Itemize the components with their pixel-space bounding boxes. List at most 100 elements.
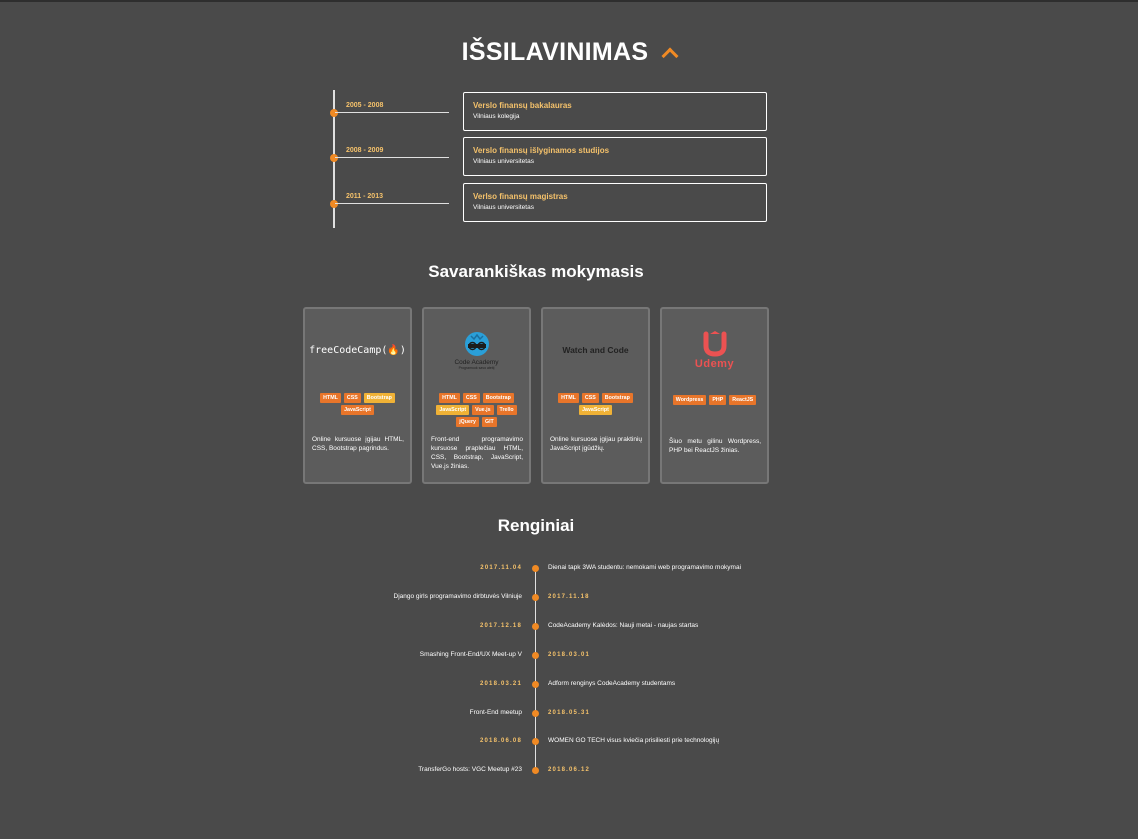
event-date: 2017.12.18 xyxy=(479,623,522,629)
timeline-dot xyxy=(330,200,338,208)
tag: JavaScript xyxy=(436,405,470,415)
event-date: 2017.11.04 xyxy=(480,565,522,571)
education-degree: Verslo finansų bakalauras xyxy=(473,101,572,110)
education-school: Vilniaus universitetas xyxy=(473,204,534,211)
codeacademy-logo: Code Academy Programuok savo ateitį xyxy=(424,325,529,375)
tag: Bootstrap xyxy=(363,393,395,403)
tag-list: HTML CSS Bootstrap JavaScript Vue.js Tre… xyxy=(430,393,523,427)
education-item: 2011 - 2013 Verlso finansų magistras Vil… xyxy=(330,183,770,223)
tag: JavaScript xyxy=(579,405,612,415)
course-description: Front-end programavimo kursuose prapleči… xyxy=(431,436,523,470)
event-name: Adform renginys CodeAcademy studentams xyxy=(548,680,676,687)
education-school: Vilniaus kolegija xyxy=(473,113,520,120)
course-card-udemy[interactable]: Udemy Wordpress PHP ReactJS Šiuo metu gi… xyxy=(660,307,769,484)
timeline-dot xyxy=(330,109,338,117)
logo-text: Udemy xyxy=(694,357,735,370)
education-degree: Verslo finansų išlyginamos studijos xyxy=(473,146,610,155)
event-row: 2017.11.04 Dienai tapk 3WA studentu: nem… xyxy=(0,563,1138,575)
education-item: 2005 - 2008 Verslo finansų bakalauras Vi… xyxy=(330,92,770,132)
watchandcode-logo: Watch and Code xyxy=(543,325,648,375)
course-description: Šiuo metu gilinu Wordpress, PHP bei Reac… xyxy=(669,438,761,454)
education-card: Verslo finansų išlyginamos studijos Viln… xyxy=(463,137,767,176)
logo-text: freeCodeCamp(🔥) xyxy=(309,344,406,356)
event-row: 2018.03.21 Adform renginys CodeAcademy s… xyxy=(0,679,1138,691)
event-name: Smashing Front-End/UX Meet-up V xyxy=(419,651,522,658)
tag: Wordpress xyxy=(672,395,707,405)
tag: HTML xyxy=(558,393,579,403)
chevron-up-icon[interactable] xyxy=(661,47,679,65)
event-name: WOMEN GO TECH visus kviečia prisiliesti … xyxy=(548,737,720,744)
timeline-dot xyxy=(330,154,338,162)
tag: CSS xyxy=(343,393,361,403)
tag: Trello xyxy=(496,405,517,415)
tag: Vue.js xyxy=(472,405,494,415)
tag: Bootstrap xyxy=(601,393,633,403)
udemy-logo: Udemy xyxy=(662,325,767,375)
tag-list: HTML CSS Bootstrap JavaScript xyxy=(311,393,404,415)
timeline-dot xyxy=(532,767,539,774)
event-row: Front-End meetup 2018.05.31 xyxy=(0,708,1138,720)
education-degree: Verlso finansų magistras xyxy=(473,192,568,201)
logo-text: Code Academy xyxy=(454,358,499,366)
event-row: TransferGo hosts: VGC Meetup #23 2018.06… xyxy=(0,765,1138,777)
course-description: Online kursuose įgijau praktinių JavaScr… xyxy=(550,436,642,452)
tag: GIT xyxy=(481,417,497,427)
education-card: Verlso finansų magistras Vilniaus univer… xyxy=(463,183,767,222)
tag-list: HTML CSS Bootstrap JavaScript xyxy=(549,393,642,415)
education-school: Vilniaus universitetas xyxy=(473,158,534,165)
education-header[interactable]: IŠSILAVINIMAS xyxy=(0,38,1138,67)
timeline-dot xyxy=(532,710,539,717)
logo-subtitle: Programuok savo ateitį xyxy=(458,365,495,370)
event-name: Dienai tapk 3WA studentu: nemokami web p… xyxy=(548,564,742,571)
events-title: Renginiai xyxy=(497,516,575,535)
timeline-dot xyxy=(532,565,539,572)
timeline-connector xyxy=(335,112,449,113)
education-years: 2008 - 2009 xyxy=(346,147,384,154)
event-date: 2018.06.08 xyxy=(479,738,522,744)
tag: HTML xyxy=(439,393,460,403)
course-card-watchandcode[interactable]: Watch and Code HTML CSS Bootstrap JavaSc… xyxy=(541,307,650,484)
course-card-freecodecamp[interactable]: freeCodeCamp(🔥) HTML CSS Bootstrap JavaS… xyxy=(303,307,412,484)
tag: JavaScript xyxy=(341,405,374,415)
tag: CSS xyxy=(462,393,480,403)
education-years: 2005 - 2008 xyxy=(346,102,384,109)
tag: HTML xyxy=(320,393,341,403)
event-date: 2018.03.01 xyxy=(548,652,591,658)
event-row: Smashing Front-End/UX Meet-up V 2018.03.… xyxy=(0,650,1138,662)
tag: Bootstrap xyxy=(482,393,514,403)
timeline-dot xyxy=(532,738,539,745)
event-date: 2018.05.31 xyxy=(548,710,591,716)
codeacademy-mascot-icon xyxy=(464,331,489,356)
self-learning-title: Savarankiškas mokymasis xyxy=(428,262,644,281)
tag: CSS xyxy=(581,393,599,403)
logo-text: Watch and Code xyxy=(562,345,629,355)
event-row: 2018.06.08 WOMEN GO TECH visus kviečia p… xyxy=(0,736,1138,748)
education-item: 2008 - 2009 Verslo finansų išlyginamos s… xyxy=(330,137,770,177)
tag-list: Wordpress PHP ReactJS xyxy=(668,395,761,405)
education-title: IŠSILAVINIMAS xyxy=(461,38,649,66)
timeline-dot xyxy=(532,652,539,659)
timeline-dot xyxy=(532,623,539,630)
udemy-u-icon xyxy=(703,330,726,357)
event-row: 2017.12.18 CodeAcademy Kalėdos: Nauji me… xyxy=(0,621,1138,633)
timeline-connector xyxy=(335,157,449,158)
course-description: Online kursuose įgijau HTML, CSS, Bootst… xyxy=(312,436,404,452)
course-card-codeacademy[interactable]: Code Academy Programuok savo ateitį HTML… xyxy=(422,307,531,484)
event-row: Django girls programavimo dirbtuvės Viln… xyxy=(0,592,1138,604)
event-date: 2017.11.18 xyxy=(548,594,590,600)
timeline-dot xyxy=(532,681,539,688)
event-name: TransferGo hosts: VGC Meetup #23 xyxy=(418,766,522,773)
event-name: CodeAcademy Kalėdos: Nauji metai - nauja… xyxy=(548,622,699,629)
education-card: Verslo finansų bakalauras Vilniaus koleg… xyxy=(463,92,767,131)
education-years: 2011 - 2013 xyxy=(346,193,383,200)
top-divider xyxy=(0,0,1138,2)
timeline-connector xyxy=(335,203,449,204)
event-date: 2018.03.21 xyxy=(479,681,522,687)
event-name: Front-End meetup xyxy=(469,709,522,716)
timeline-dot xyxy=(532,594,539,601)
event-date: 2018.06.12 xyxy=(548,767,591,773)
tag: PHP xyxy=(709,395,727,405)
tag: ReactJS xyxy=(729,395,757,405)
freecodecamp-logo: freeCodeCamp(🔥) xyxy=(305,325,410,375)
tag: jQuery xyxy=(456,417,479,427)
